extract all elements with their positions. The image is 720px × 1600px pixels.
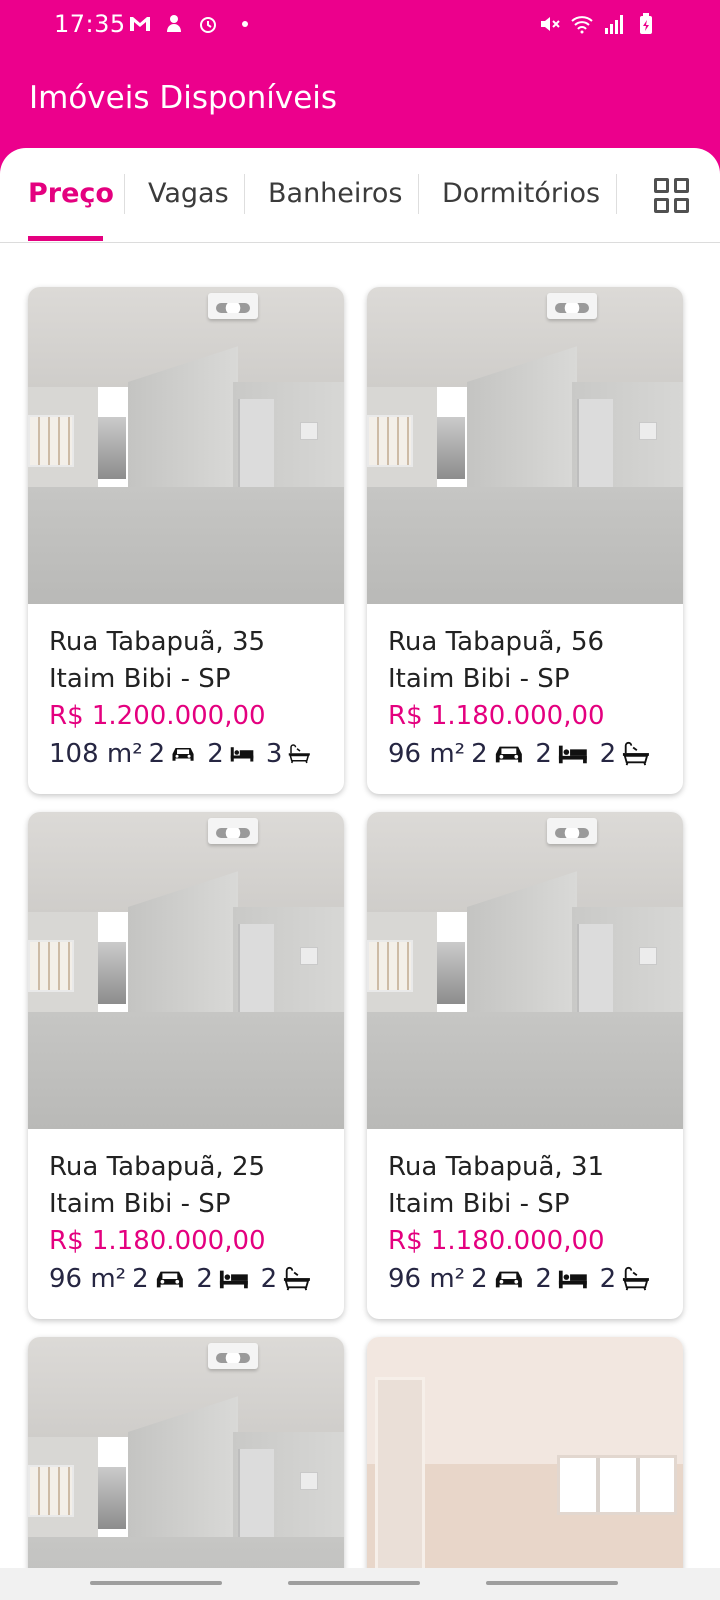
- listing-street: Rua Tabapuã, 31: [388, 1152, 605, 1182]
- listing-district: Itaim Bibi - SP: [49, 664, 231, 694]
- tab-preco[interactable]: Preço: [28, 178, 114, 209]
- tab-divider: [244, 174, 245, 214]
- listing-price: R$ 1.180.000,00: [49, 1226, 266, 1256]
- content-sheet: Preço Vagas Banheiros Dormitórios Rua Ta…: [0, 148, 720, 1600]
- listing-area: 96 m²: [388, 739, 466, 769]
- listing-price: R$ 1.180.000,00: [388, 701, 605, 731]
- listing-bathrooms: 2: [260, 1264, 278, 1294]
- listing-price: R$ 1.180.000,00: [388, 1226, 605, 1256]
- status-dot: [242, 21, 248, 27]
- listing-photo: [28, 812, 344, 1129]
- listing-card[interactable]: Rua Tabapuã, 35 Itaim Bibi - SP R$ 1.200…: [28, 287, 344, 794]
- wifi-icon: [571, 16, 593, 34]
- listing-district: Itaim Bibi - SP: [388, 1189, 570, 1219]
- tab-divider: [616, 174, 617, 214]
- listing-area: 108 m²: [49, 739, 143, 769]
- car-icon: [156, 1271, 183, 1288]
- listing-district: Itaim Bibi - SP: [49, 1189, 231, 1219]
- listing-bathrooms: 3: [265, 739, 283, 769]
- grid-view-icon[interactable]: [654, 178, 690, 214]
- listing-parking: 2: [148, 739, 166, 769]
- listing-area: 96 m²: [388, 1264, 466, 1294]
- active-tab-indicator: [28, 236, 103, 241]
- listing-bedrooms: 2: [196, 1264, 213, 1294]
- bed-icon: [558, 745, 587, 764]
- page-title: Imóveis Disponíveis: [29, 80, 338, 116]
- tab-dormitorios[interactable]: Dormitórios: [442, 178, 600, 209]
- listing-photo: [367, 1337, 683, 1600]
- tab-divider: [418, 174, 419, 214]
- back-button[interactable]: [486, 1581, 618, 1585]
- notification-icon: [167, 15, 181, 32]
- signal-icon: [605, 15, 623, 34]
- listing-photo: [367, 287, 683, 604]
- listing-features: 108 m² 2 2 3: [49, 735, 323, 773]
- car-icon: [495, 1271, 522, 1288]
- listing-bathrooms: 2: [599, 1264, 617, 1294]
- bathtub-icon: [284, 1267, 311, 1291]
- battery-icon: [640, 13, 652, 34]
- status-right-icons: [538, 12, 658, 36]
- listing-card[interactable]: [28, 1337, 344, 1600]
- car-icon: [172, 747, 194, 761]
- tab-divider: [124, 174, 125, 214]
- bathtub-icon: [623, 742, 650, 766]
- sort-tabs: Preço Vagas Banheiros Dormitórios: [0, 148, 720, 243]
- bed-icon: [219, 1270, 248, 1289]
- listing-parking: 2: [471, 1264, 488, 1294]
- listing-photo: [28, 1337, 344, 1600]
- listing-card[interactable]: Rua Tabapuã, 31 Itaim Bibi - SP R$ 1.180…: [367, 812, 683, 1319]
- listing-card[interactable]: Rua Tabapuã, 56 Itaim Bibi - SP R$ 1.180…: [367, 287, 683, 794]
- listing-price: R$ 1.200.000,00: [49, 701, 266, 731]
- listing-street: Rua Tabapuã, 35: [49, 627, 266, 657]
- listing-bedrooms: 2: [535, 739, 552, 769]
- bed-icon: [558, 1270, 587, 1289]
- listing-features: 96 m² 2 2 2: [49, 1260, 323, 1298]
- recent-apps-button[interactable]: [90, 1581, 222, 1585]
- home-button[interactable]: [288, 1581, 420, 1585]
- listing-photo: [28, 287, 344, 604]
- listing-bedrooms: 2: [535, 1264, 552, 1294]
- listing-district: Itaim Bibi - SP: [388, 664, 570, 694]
- status-time: 17:35: [54, 10, 126, 38]
- status-bar: 17:35: [0, 0, 720, 52]
- listing-area: 96 m²: [49, 1264, 127, 1294]
- listing-street: Rua Tabapuã, 56: [388, 627, 605, 657]
- bathtub-icon: [623, 1267, 650, 1291]
- listing-features: 96 m² 2 2 2: [388, 735, 662, 773]
- listing-card[interactable]: Rua Tabapuã, 25 Itaim Bibi - SP R$ 1.180…: [28, 812, 344, 1319]
- alarm-icon: [200, 17, 216, 33]
- gmail-icon: [130, 17, 150, 31]
- tab-vagas[interactable]: Vagas: [148, 178, 229, 209]
- listing-card[interactable]: [367, 1337, 683, 1600]
- tab-banheiros[interactable]: Banheiros: [268, 178, 403, 209]
- listing-parking: 2: [471, 739, 488, 769]
- bathtub-icon: [289, 744, 311, 764]
- system-nav-bar: [0, 1568, 720, 1600]
- listing-bedrooms: 2: [207, 739, 224, 769]
- listing-bathrooms: 2: [599, 739, 617, 769]
- mute-icon: [541, 17, 560, 31]
- car-icon: [495, 746, 522, 763]
- status-left-icons: [128, 12, 248, 36]
- listing-street: Rua Tabapuã, 25: [49, 1152, 266, 1182]
- listing-features: 96 m² 2 2 2: [388, 1260, 662, 1298]
- listing-photo: [367, 812, 683, 1129]
- bed-icon: [230, 747, 254, 762]
- listing-parking: 2: [132, 1264, 149, 1294]
